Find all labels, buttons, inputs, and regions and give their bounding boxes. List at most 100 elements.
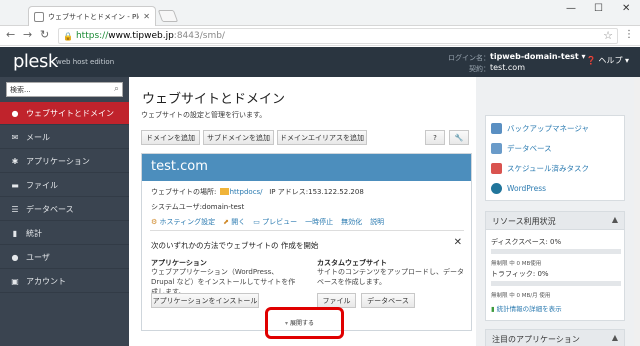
- sidebar-item-label: アプリケーション: [26, 156, 90, 166]
- tool-wordpress[interactable]: WordPress: [486, 178, 624, 198]
- hosting-settings-link[interactable]: ⚙ ホスティング設定: [151, 217, 215, 227]
- sidebar-item-databases[interactable]: ☰ データベース: [0, 198, 129, 221]
- help-icon: ❓: [586, 56, 596, 65]
- url-path: :8443/smb/: [173, 31, 225, 41]
- tab-close-icon[interactable]: ✕: [143, 12, 150, 21]
- close-window-icon[interactable]: ✕: [622, 3, 630, 14]
- browser-menu-icon[interactable]: ⋮: [624, 29, 634, 40]
- featured-apps-header[interactable]: 注目のアプリケーション ▲: [486, 330, 624, 346]
- sidebar-item-label: ウェブサイトとドメイン: [26, 108, 114, 118]
- hosting-icon: ⚙: [151, 218, 158, 226]
- open-label: 開く: [231, 218, 246, 226]
- hosting-settings-label: ホスティング設定: [159, 218, 216, 226]
- gear-icon: ✱: [11, 156, 19, 166]
- resources-box: リソース利用状況 ▲ ディスクスペース: 0% 無制限 中 0 MB使用 トラフ…: [485, 211, 625, 321]
- close-icon[interactable]: ✕: [454, 237, 462, 248]
- traffic-sub: 無制限 中 0 MB/月 使用: [491, 293, 551, 299]
- database-button[interactable]: データベース: [361, 293, 415, 308]
- site-panel: test.com ウェブサイトの場所: httpdocs/ IP アドレス:15…: [141, 153, 472, 331]
- bookmark-star-icon[interactable]: ☆: [603, 29, 613, 42]
- resources-header[interactable]: リソース利用状況 ▲: [486, 212, 624, 230]
- chevron-up-icon[interactable]: ▲: [612, 333, 618, 342]
- search-icon[interactable]: ⌕: [114, 84, 119, 94]
- browser-tab-bar: ウェブサイトとドメイン - Plesk ✕ — ☐ ✕: [0, 0, 640, 26]
- login-label: ログイン名：: [448, 54, 490, 62]
- address-bar-row: ← → ↻ 🔒 https://www.tipweb.jp:8443/smb/ …: [0, 26, 640, 46]
- user-icon: ●: [11, 252, 19, 262]
- traffic-label: トラフィック: 0%: [491, 270, 549, 278]
- chevron-up-icon[interactable]: ▲: [612, 215, 618, 224]
- add-alias-button[interactable]: ドメインエイリアスを追加: [277, 130, 367, 145]
- add-domain-button[interactable]: ドメインを追加: [141, 130, 200, 145]
- sidebar-item-label: メール: [26, 132, 50, 142]
- url-input[interactable]: 🔒 https://www.tipweb.jp:8443/smb/ ☆: [58, 28, 618, 44]
- divider: [150, 230, 464, 231]
- search-input[interactable]: 検索... ⌕: [6, 82, 123, 97]
- preview-icon: ▭: [253, 218, 260, 226]
- preview-link[interactable]: ▭ プレビュー: [253, 217, 297, 227]
- site-info-line: ウェブサイトの場所: httpdocs/ IP アドレス:153.122.52.…: [151, 187, 364, 197]
- sidebar-item-label: ユーザ: [26, 252, 50, 262]
- site-name[interactable]: test.com: [142, 154, 471, 181]
- site-actions: ⚙ ホスティング設定 ⬈ 開く ▭ プレビュー 一時停止 無効化 説明: [151, 217, 384, 227]
- custom-column-text: サイトのコンテンツをアップロードし、データベースを作成します。: [317, 268, 464, 286]
- featured-apps-box: 注目のアプリケーション ▲: [485, 329, 625, 346]
- tool-scheduled-tasks[interactable]: スケジュール済みタスク: [486, 158, 624, 178]
- plesk-header: plesk web host edition ログイン名： tipweb-dom…: [0, 47, 640, 77]
- disk-label: ディスクスペース: 0%: [491, 238, 562, 246]
- account-icon: ▣: [11, 276, 19, 286]
- forward-icon[interactable]: →: [23, 28, 32, 41]
- preview-label: プレビュー: [262, 218, 298, 226]
- mail-icon: ✉: [11, 132, 19, 142]
- disk-sub: 無制限 中 0 MB使用: [491, 261, 542, 267]
- browser-tab[interactable]: ウェブサイトとドメイン - Plesk ✕: [28, 6, 156, 26]
- stats-icon: ▮: [491, 305, 495, 313]
- maximize-icon[interactable]: ☐: [594, 3, 603, 14]
- sidebar-item-mail[interactable]: ✉ メール: [0, 126, 129, 149]
- sysuser-label: システムユーザ:: [151, 203, 203, 211]
- stats-icon: ▮: [12, 228, 18, 238]
- wordpress-icon: [491, 182, 502, 194]
- folder-icon: [219, 188, 229, 195]
- stats-details-link[interactable]: ▮ 統計情報の詳細を表示: [491, 303, 562, 313]
- install-application-button[interactable]: アプリケーションをインストール: [151, 293, 259, 308]
- subscription-value[interactable]: test.com: [490, 63, 525, 72]
- reload-icon[interactable]: ↻: [40, 28, 49, 41]
- page-description: ウェブサイトの設定と管理を行います。: [141, 111, 267, 119]
- edition-label: web host edition: [56, 58, 115, 66]
- plesk-logo[interactable]: plesk: [13, 51, 58, 72]
- tool-label: WordPress: [507, 183, 547, 193]
- settings-wrench-icon[interactable]: 🔧: [449, 130, 469, 145]
- files-button[interactable]: ファイル: [317, 293, 356, 308]
- sidebar-item-label: 統計: [26, 228, 42, 238]
- back-icon[interactable]: ←: [6, 28, 15, 41]
- folder-icon: ▬: [11, 180, 19, 190]
- url-scheme: https://: [75, 31, 109, 41]
- sidebar-item-applications[interactable]: ✱ アプリケーション: [0, 150, 129, 173]
- new-tab-button[interactable]: [157, 10, 179, 22]
- sidebar-item-label: アカウント: [26, 276, 66, 286]
- minimize-icon[interactable]: —: [566, 3, 576, 14]
- database-icon: [491, 142, 502, 154]
- document-root-link[interactable]: httpdocs/: [230, 188, 263, 196]
- help-menu[interactable]: ❓ ヘルプ ▾: [586, 55, 629, 66]
- login-menu[interactable]: tipweb-domain-test ▾: [490, 52, 586, 61]
- sidebar-item-websites[interactable]: ● ウェブサイトとドメイン: [0, 102, 129, 125]
- help-button[interactable]: ?: [425, 130, 445, 145]
- disable-link[interactable]: 無効化: [341, 217, 362, 227]
- calendar-icon: [491, 162, 502, 174]
- tool-label: スケジュール済みタスク: [507, 163, 589, 173]
- sidebar-item-users[interactable]: ● ユーザ: [0, 246, 129, 269]
- add-subdomain-button[interactable]: サブドメインを追加: [203, 130, 274, 145]
- sidebar-item-files[interactable]: ▬ ファイル: [0, 174, 129, 197]
- open-link[interactable]: ⬈ 開く: [223, 217, 245, 227]
- sidebar-item-statistics[interactable]: ▮ 統計: [0, 222, 129, 245]
- suspend-link[interactable]: 一時停止: [305, 217, 333, 227]
- sidebar-item-account[interactable]: ▣ アカウント: [0, 270, 129, 293]
- tool-backup-manager[interactable]: バックアップマネージャ: [486, 118, 624, 138]
- tool-databases[interactable]: データベース: [486, 138, 624, 158]
- page-scrollbar[interactable]: [634, 77, 640, 346]
- open-icon: ⬈: [223, 218, 229, 226]
- description-link[interactable]: 説明: [370, 217, 384, 227]
- tools-box: バックアップマネージャ データベース スケジュール済みタスク WordPress: [485, 115, 625, 201]
